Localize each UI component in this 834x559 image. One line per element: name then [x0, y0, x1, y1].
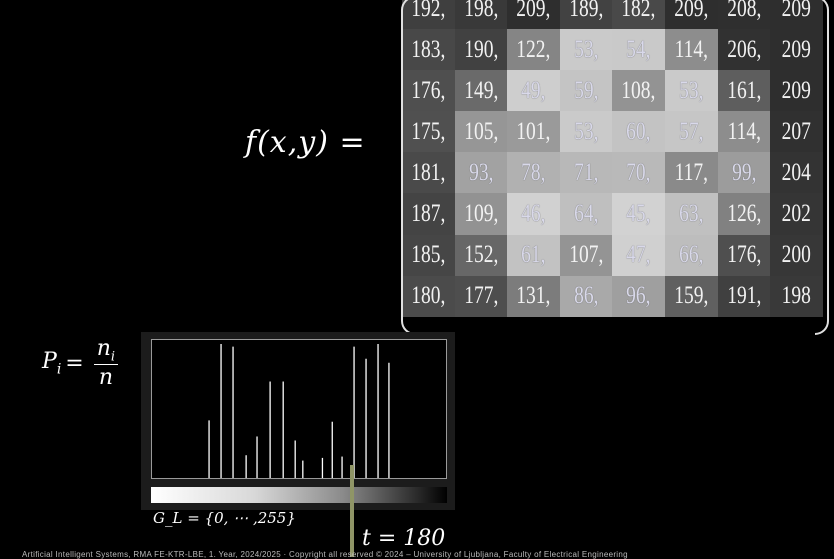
matrix-cell: 208, [717, 0, 771, 30]
matrix-cell: 53, [664, 70, 718, 112]
matrix-cell: 99, [717, 152, 771, 194]
matrix-cell: 182, [612, 0, 665, 30]
matrix-cell: 60, [612, 111, 665, 153]
matrix-cell: 63, [664, 193, 718, 235]
pixel-matrix: 192, 198, 209, 189, 182, 209, 208, 209 183, 190, 1… [402, 0, 823, 317]
matrix-cell: 57, [664, 111, 718, 153]
matrix-cell: 45, [612, 193, 665, 235]
matrix-cell: 198, [454, 0, 508, 30]
probability-formula: Pi = ni n [42, 336, 119, 390]
matrix-cell: 47, [612, 234, 665, 276]
matrix-cell: 46, [507, 193, 560, 235]
gray-level-gradient [151, 487, 447, 503]
matrix-cell: 59, [559, 70, 613, 112]
matrix-cell: 109, [454, 193, 508, 235]
matrix-cell: 190, [454, 29, 508, 71]
matrix-cell: 54, [612, 29, 665, 71]
formula-lhs: Pi [42, 349, 62, 378]
matrix-cell: 117, [664, 152, 718, 194]
matrix-cell: 86, [559, 275, 613, 317]
matrix-cell: 209, [664, 0, 718, 30]
matrix-cell: 93, [454, 152, 508, 194]
matrix-cell: 78, [507, 152, 560, 194]
matrix-right-bracket [815, 0, 829, 335]
matrix-cell: 49, [507, 70, 560, 112]
matrix-cell: 177, [454, 275, 508, 317]
formula-fraction: ni n [93, 336, 119, 390]
matrix-cell: 114, [717, 111, 771, 153]
threshold-marker [350, 465, 354, 557]
matrix-cell: 209, [507, 0, 560, 30]
matrix-cell: 114, [664, 29, 718, 71]
matrix-cell: 149, [454, 70, 508, 112]
gray-levels-label: G_L = {0, ⋯ ,255} [153, 509, 296, 527]
matrix-cell: 53, [559, 29, 613, 71]
matrix-cell: 206, [717, 29, 771, 71]
matrix-cell: 105, [454, 111, 508, 153]
matrix-cell: 107, [559, 234, 613, 276]
matrix-cell: 66, [664, 234, 718, 276]
matrix-cell: 70, [612, 152, 665, 194]
matrix-cell: 96, [612, 275, 665, 317]
threshold-label: t = 180 [362, 526, 446, 551]
matrix-cell: 64, [559, 193, 613, 235]
matrix-cell: 176, [717, 234, 771, 276]
matrix-cell: 122, [507, 29, 560, 71]
matrix-cell: 126, [717, 193, 771, 235]
matrix-cell: 101, [507, 111, 560, 153]
function-label: f(x,y) = [245, 125, 366, 160]
footer-text: Artificial Intelligent Systems, RMA FE-K… [22, 550, 628, 559]
histogram-plot [151, 339, 447, 479]
matrix-cell: 61, [507, 234, 560, 276]
matrix-cell: 191, [717, 275, 771, 317]
matrix-cell: 131, [507, 275, 560, 317]
matrix-cell: 152, [454, 234, 508, 276]
matrix-cell: 161, [717, 70, 771, 112]
matrix-left-bracket [401, 0, 415, 335]
matrix-cell: 108, [612, 70, 665, 112]
matrix-cell: 189, [559, 0, 613, 30]
matrix-cell: 71, [559, 152, 613, 194]
matrix-cell: 159, [664, 275, 718, 317]
matrix-cell: 53, [559, 111, 613, 153]
